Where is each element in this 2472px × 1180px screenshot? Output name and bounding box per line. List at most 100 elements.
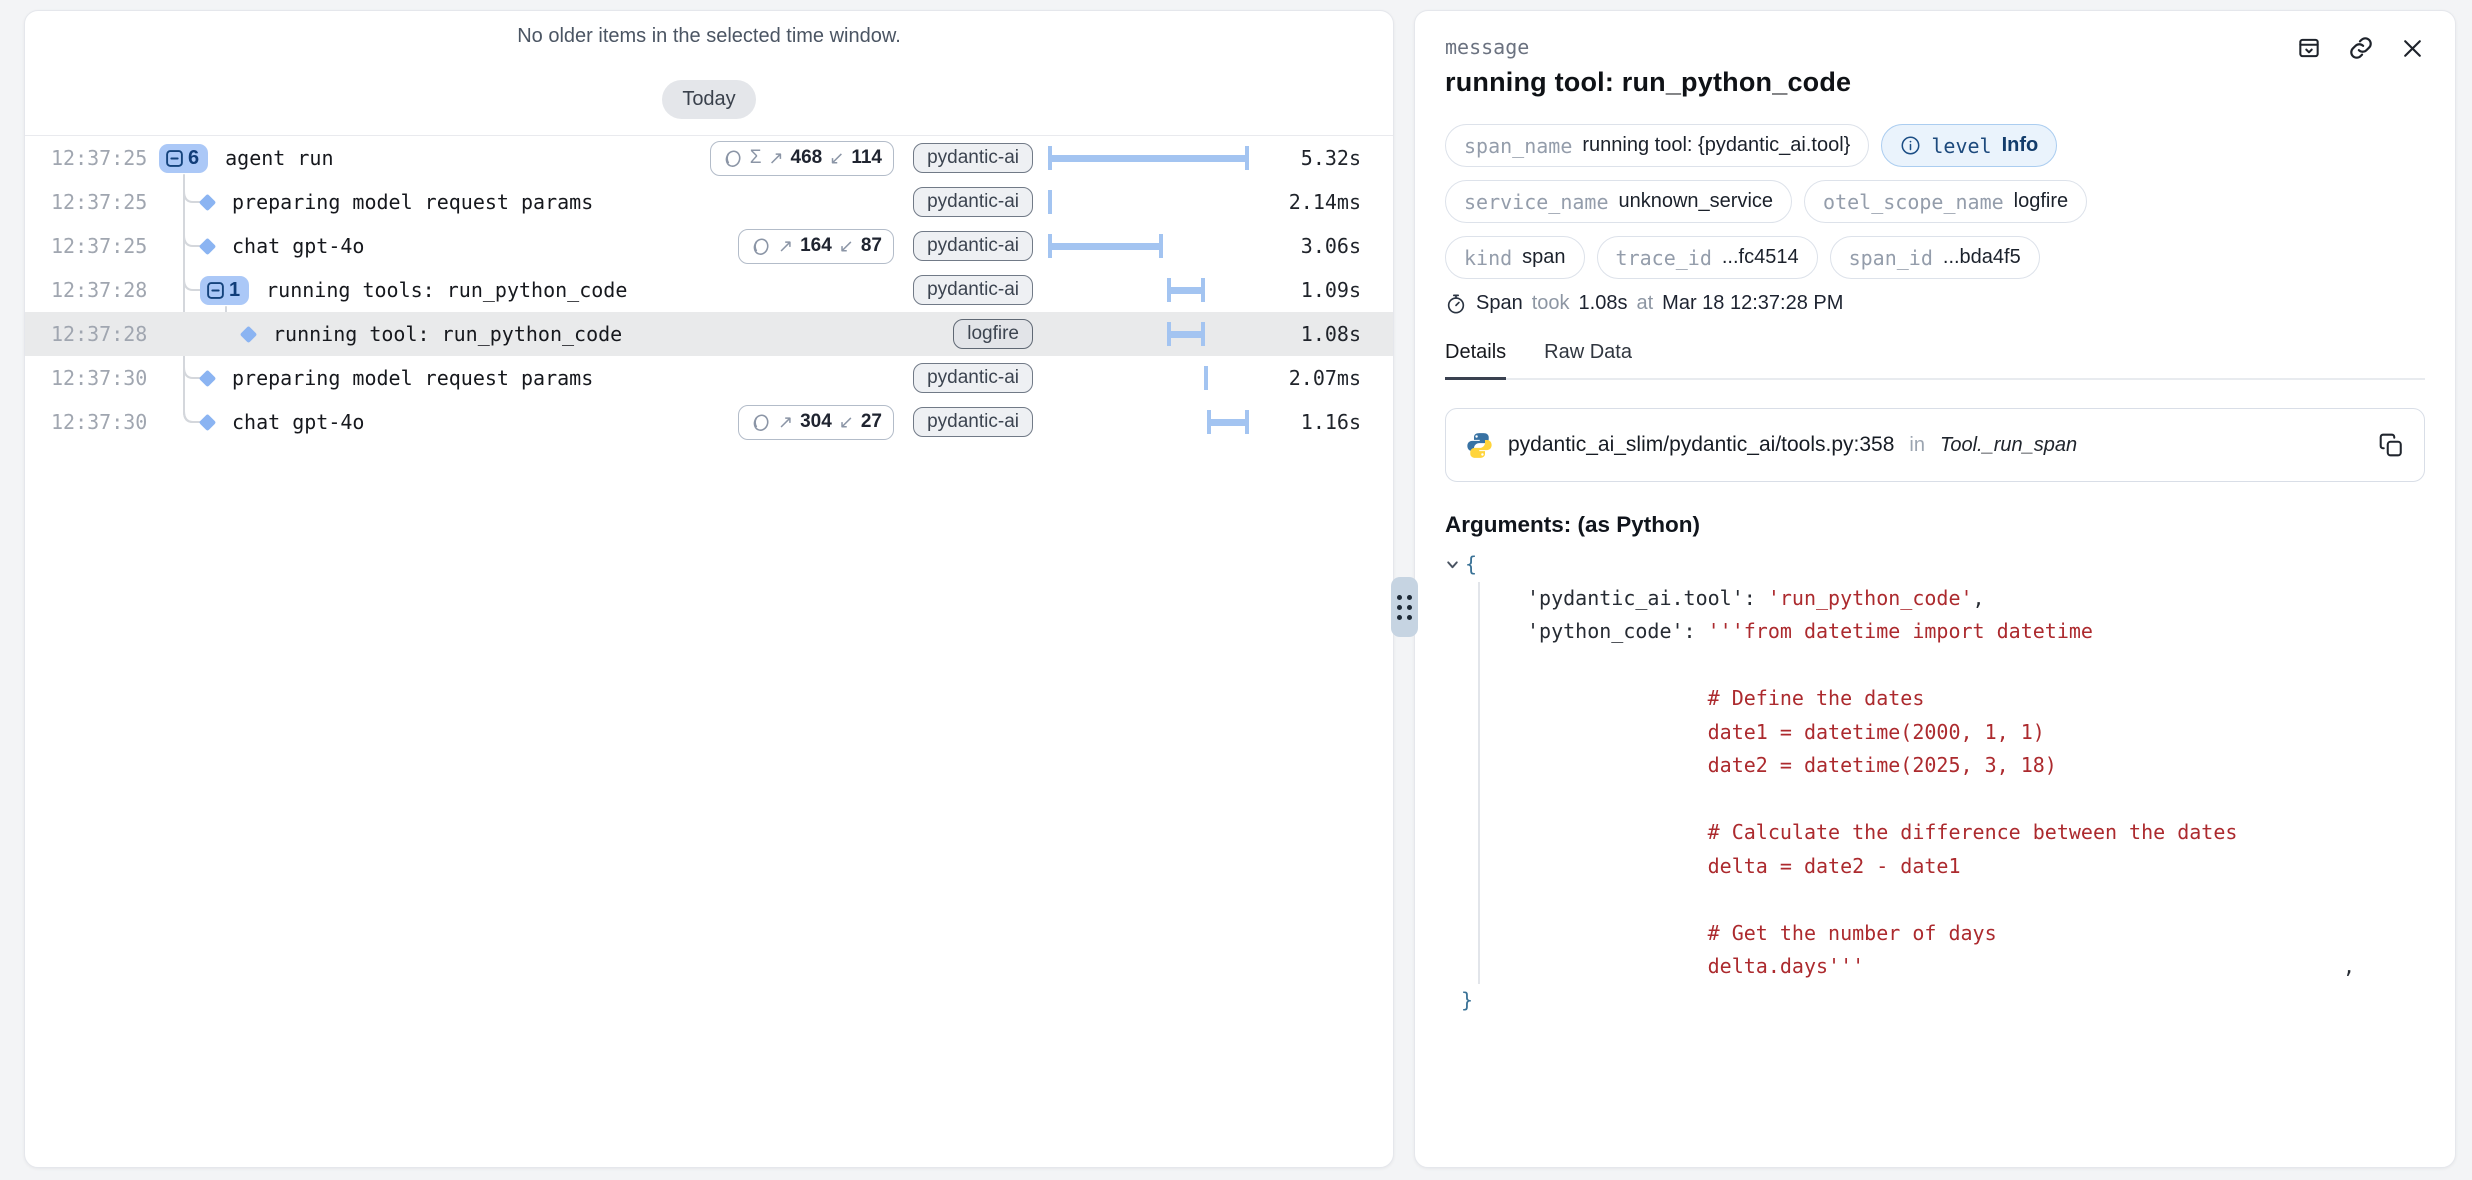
duration-bar xyxy=(1167,322,1205,346)
span-duration: 3.06s xyxy=(1249,234,1361,258)
code-location-in-word: in xyxy=(1909,434,1925,457)
info-icon xyxy=(1900,135,1921,156)
output-tokens-arrow-icon: ↙ xyxy=(839,236,854,257)
minus-square-icon xyxy=(206,281,225,300)
row-timestamp: 12:37:30 xyxy=(25,410,159,434)
output-tokens-count: 114 xyxy=(851,147,882,169)
attribute-pill-trace_id[interactable]: trace_id...fc4514 xyxy=(1597,236,1818,279)
trace-row[interactable]: 12:37:28running tool: run_python_codelog… xyxy=(25,312,1393,356)
input-tokens-count: 468 xyxy=(791,147,823,169)
attribute-pill-otel_scope_name[interactable]: otel_scope_name logfire xyxy=(1804,180,2087,223)
duration-bar-track xyxy=(1048,400,1249,444)
minus-square-icon xyxy=(165,149,184,168)
coin-icon xyxy=(722,148,743,169)
copy-icon[interactable] xyxy=(2378,432,2404,458)
pill-label: service_name xyxy=(1464,190,1609,214)
code-scope-name: Tool._run_span xyxy=(1940,434,2077,457)
trace-row[interactable]: 12:37:30 chat gpt-4o ↗304↙27 pydantic-ai 1.1… xyxy=(25,400,1393,444)
level-pill[interactable]: levelInfo xyxy=(1881,124,2057,167)
scope-tag[interactable]: pydantic-ai xyxy=(913,407,1033,437)
input-tokens-arrow-icon: ↗ xyxy=(778,412,793,433)
row-timestamp: 12:37:28 xyxy=(25,278,159,302)
token-usage-badge: ↗304↙27 xyxy=(738,405,894,440)
trace-row[interactable]: 12:37:25chat gpt-4o↗164↙87pydantic-ai3.0… xyxy=(25,224,1393,268)
trace-row[interactable]: 12:37:256agent runΣ↗468↙114pydantic-ai5.… xyxy=(25,136,1393,180)
token-usage-badge: ↗164↙87 xyxy=(738,229,894,264)
timing-timestamp: Mar 18 12:37:28 PM xyxy=(1662,292,1843,315)
input-tokens-arrow-icon: ↗ xyxy=(768,148,783,169)
argument-value: '''from datetime import datetime # Defin… xyxy=(1708,615,2238,984)
duration-bar xyxy=(1207,410,1249,434)
collapse-count-badge[interactable]: 6 xyxy=(159,144,208,173)
argument-entry: 'pydantic_ai.tool': 'run_python_code', xyxy=(1527,582,2425,616)
input-tokens-arrow-icon: ↗ xyxy=(778,236,793,257)
input-tokens-count: 164 xyxy=(800,235,832,257)
timing-duration: 1.08s xyxy=(1579,292,1628,315)
pill-label: otel_scope_name xyxy=(1823,190,2004,214)
scope-tag-column: pydantic-ai xyxy=(909,407,1033,437)
scope-tag-column: pydantic-ai xyxy=(909,231,1033,261)
record-kind-label: message xyxy=(1445,35,1529,59)
token-usage-badge: Σ↗468↙114 xyxy=(710,141,894,176)
arguments-heading: Arguments: (as Python) xyxy=(1445,512,2425,538)
scope-tag[interactable]: pydantic-ai xyxy=(913,275,1033,305)
span-name: chat gpt-4o xyxy=(232,410,364,434)
stopwatch-icon xyxy=(1445,293,1467,315)
pill-label: span_id xyxy=(1849,246,1933,270)
span-name: running tools: run_python_code xyxy=(266,278,627,302)
scope-tag[interactable]: pydantic-ai xyxy=(913,363,1033,393)
span-diamond-icon xyxy=(199,413,216,430)
row-lead: 1 running tools: run_python_code xyxy=(159,276,627,305)
attribute-pill-span_name[interactable]: span_namerunning tool: {pydantic_ai.tool… xyxy=(1445,124,1869,167)
trace-header: No older items in the selected time wind… xyxy=(25,11,1393,136)
attribute-pill-span_id[interactable]: span_id...bda4f5 xyxy=(1830,236,2040,279)
duration-bar-track xyxy=(1048,312,1249,356)
scope-tag[interactable]: pydantic-ai xyxy=(913,143,1033,173)
scope-tag-column: pydantic-ai xyxy=(909,275,1033,305)
scope-tag[interactable]: pydantic-ai xyxy=(913,187,1033,217)
argument-value: 'run_python_code' xyxy=(1768,582,1973,616)
detail-tabs: Details Raw Data xyxy=(1445,341,2425,380)
argument-key: 'pydantic_ai.tool': xyxy=(1527,582,1768,616)
attribute-pill-service_name[interactable]: service_nameunknown_service xyxy=(1445,180,1792,223)
span-duration: 5.32s xyxy=(1249,146,1361,170)
pill-row: service_nameunknown_service otel_scope_na… xyxy=(1445,180,2425,223)
attribute-pill-kind[interactable]: kindspan xyxy=(1445,236,1585,279)
trace-row[interactable]: 12:37:30preparing model request paramspy… xyxy=(25,356,1393,400)
pill-value: span xyxy=(1522,246,1565,269)
scope-tag[interactable]: logfire xyxy=(953,319,1033,349)
panel-resize-handle[interactable] xyxy=(1391,577,1418,637)
row-timestamp: 12:37:25 xyxy=(25,146,159,170)
argument-entries: 'pydantic_ai.tool': 'run_python_code','p… xyxy=(1478,582,2425,984)
collapse-count-badge[interactable]: 1 xyxy=(200,276,249,305)
row-lead: chat gpt-4o xyxy=(159,234,364,258)
link-icon[interactable] xyxy=(2348,35,2374,61)
trace-row[interactable]: 12:37:25preparing model request paramspy… xyxy=(25,180,1393,224)
today-button[interactable]: Today xyxy=(662,80,755,119)
scope-tag[interactable]: pydantic-ai xyxy=(913,231,1033,261)
tab-details[interactable]: Details xyxy=(1445,341,1506,380)
logfire-live-view: No older items in the selected time wind… xyxy=(0,0,2472,1180)
open-brace: { xyxy=(1465,548,1477,582)
span-tree: 12:37:256agent runΣ↗468↙114pydantic-ai5.… xyxy=(25,136,1393,444)
span-duration: 1.16s xyxy=(1249,410,1361,434)
child-count: 1 xyxy=(229,279,240,302)
row-lead: preparing model request params xyxy=(159,366,593,390)
row-timestamp: 12:37:25 xyxy=(25,234,159,258)
trace-row[interactable]: 12:37:28 1 running tools: run_python_code p… xyxy=(25,268,1393,312)
pill-value: Info xyxy=(2002,134,2039,157)
duration-bar-track xyxy=(1048,224,1249,268)
span-diamond-icon xyxy=(199,193,216,210)
archive-icon[interactable] xyxy=(2296,35,2322,61)
close-icon[interactable] xyxy=(2400,36,2425,61)
tab-raw-data[interactable]: Raw Data xyxy=(1544,341,1632,380)
collapse-chevron-icon[interactable] xyxy=(1445,557,1460,572)
code-location-box: pydantic_ai_slim/pydantic_ai/tools.py:35… xyxy=(1445,408,2425,482)
sum-symbol: Σ xyxy=(750,147,762,169)
pill-value: ...fc4514 xyxy=(1722,246,1799,269)
row-lead: 6agent run xyxy=(159,144,334,173)
pill-value: logfire xyxy=(2014,190,2068,213)
scope-tag-column: pydantic-ai xyxy=(909,187,1033,217)
row-lead: running tool: run_python_code xyxy=(159,322,622,346)
duration-bar-track xyxy=(1048,180,1249,224)
